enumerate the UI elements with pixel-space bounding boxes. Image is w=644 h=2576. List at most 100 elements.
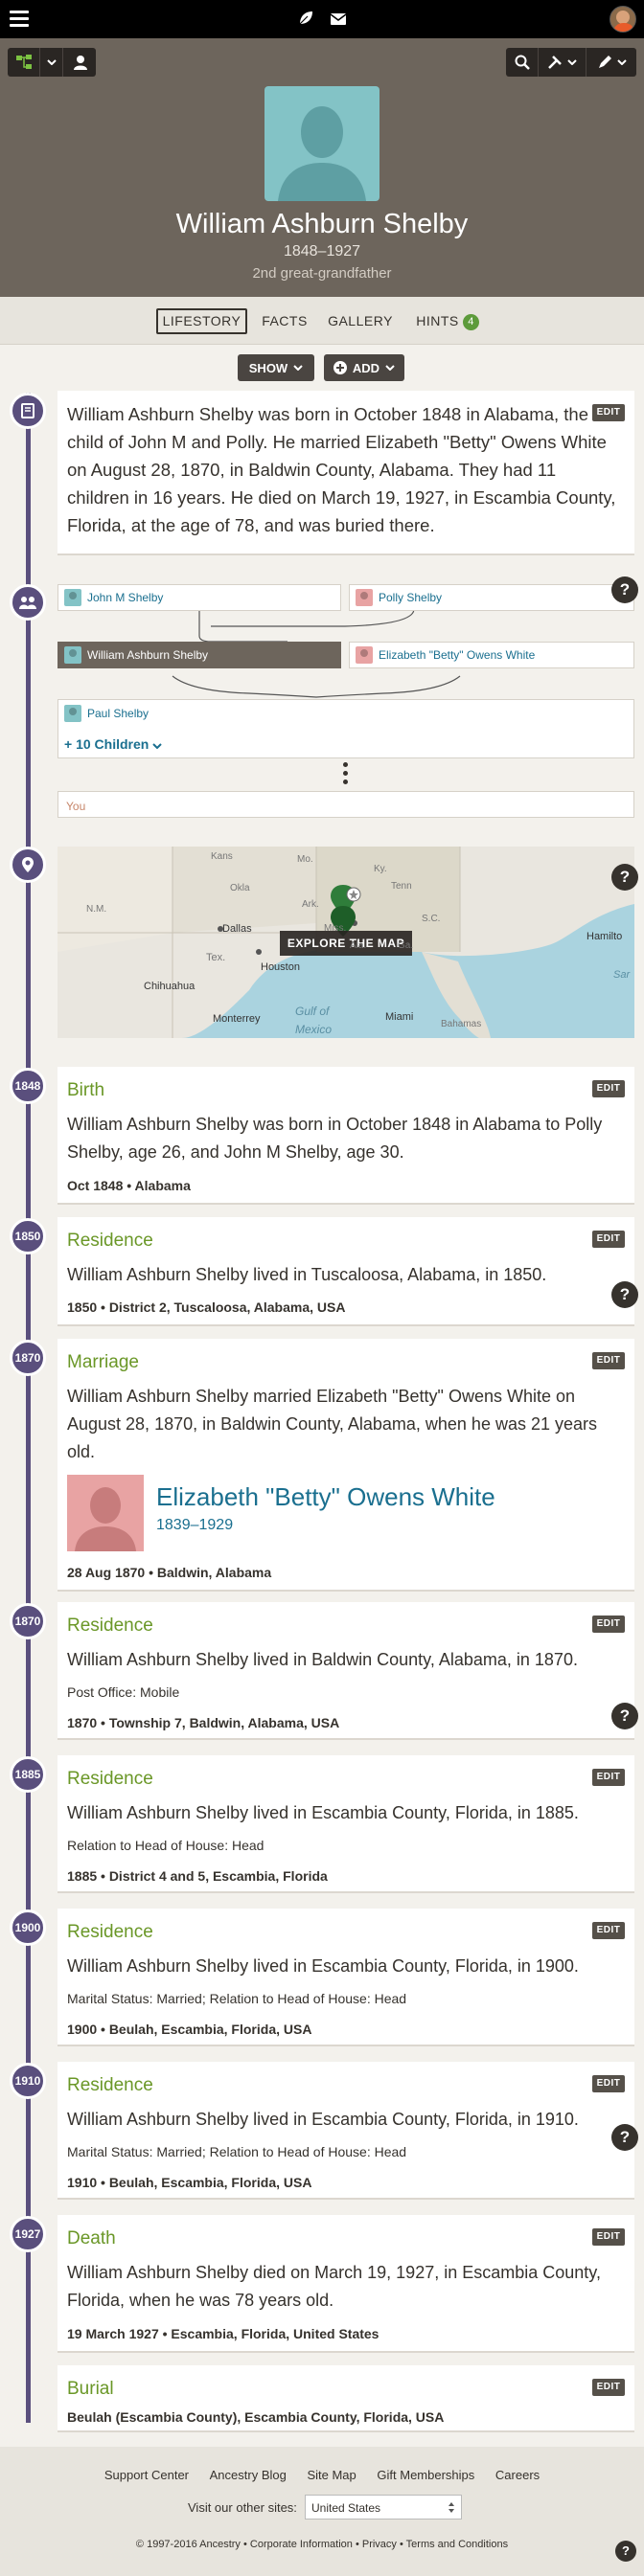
chevron-down-icon[interactable] [40,48,63,77]
spouse-card[interactable]: Elizabeth "Betty" Owens White [349,642,634,668]
help-button[interactable]: ? [611,1703,638,1729]
spouse-link[interactable]: Elizabeth "Betty" Owens White [156,1482,495,1512]
map-label: Bahamas [441,1019,482,1029]
map-label: Houston [261,961,300,973]
map-label: Sar [613,969,631,981]
edit-button[interactable]: EDIT [592,1616,625,1633]
more-dots-icon[interactable] [343,762,349,787]
female-avatar-icon [356,646,373,664]
event-meta: 28 Aug 1870 • Baldwin, Alabama [67,1565,272,1580]
location-pin-icon [22,857,34,872]
event-meta: Beulah (Escambia County), Escambia Count… [67,2409,445,2425]
map-label: Tex. [206,952,226,963]
event-marriage-card: EDIT Marriage William Ashburn Shelby mar… [58,1339,634,1592]
map-label: Miss. [324,923,347,934]
edit-button[interactable]: EDIT [592,1922,625,1939]
event-title: Residence [67,1922,153,1942]
help-button[interactable]: ? [611,864,638,891]
tab-hints[interactable]: HINTS 4 [409,308,486,334]
edit-button[interactable]: EDIT [592,1080,625,1097]
tree-toolbar [8,48,96,77]
tab-facts[interactable]: FACTS [259,308,310,334]
tools-toolbar [506,48,636,77]
spouse-photo[interactable] [67,1475,144,1551]
edit-button[interactable]: EDIT [592,2228,625,2246]
family-icon [19,597,36,609]
tab-gallery[interactable]: GALLERY [327,308,394,334]
user-avatar[interactable] [610,6,636,33]
hamburger-icon[interactable] [10,11,29,27]
year-marker: 1885 [10,1756,46,1793]
map-label: Mo. [297,854,313,865]
event-residence-card: EDIT Residence William Ashburn Shelby li… [58,1602,634,1740]
mother-card[interactable]: Polly Shelby [349,584,634,611]
chevron-down-icon [385,365,395,371]
profile-tabs: LIFESTORY FACTS GALLERY HINTS 4 [0,297,644,345]
event-residence-card: EDIT Residence William Ashburn Shelby li… [58,1755,634,1893]
self-card[interactable]: William Ashburn Shelby [58,642,341,668]
more-children-link[interactable]: + 10 Children [64,736,162,752]
event-residence-card: EDIT Residence William Ashburn Shelby li… [58,1217,634,1326]
select-arrows-icon [448,2502,454,2513]
story-text: William Ashburn Shelby was born in Octob… [67,404,616,535]
event-title: Residence [67,1616,153,1636]
map-label: Ark. [302,899,319,910]
edit-button[interactable] [586,48,636,77]
mail-icon[interactable] [329,10,348,29]
search-button[interactable] [506,48,539,77]
mother-name: Polly Shelby [379,591,443,604]
event-death-card: EDIT Death William Ashburn Shelby died o… [58,2215,634,2353]
add-button[interactable]: ADD [324,354,404,381]
map-panel[interactable]: EXPLORE THE MAP Kans Mo. Ky. Tenn Okla N… [58,847,634,1038]
you-card[interactable]: You [58,791,634,818]
help-button[interactable]: ? [611,2124,638,2151]
event-detail: Relation to Head of House: Head [67,1838,264,1853]
site-select[interactable]: United States [305,2495,462,2520]
event-birth-card: EDIT Birth William Ashburn Shelby was bo… [58,1067,634,1205]
edit-button[interactable]: EDIT [592,2075,625,2092]
footer-link[interactable]: Support Center [104,2468,189,2482]
map-label: S.C. [422,914,441,924]
child-card[interactable]: Paul Shelby [58,700,150,727]
father-card[interactable]: John M Shelby [58,584,341,611]
father-name: John M Shelby [87,591,164,604]
map-label: Mexico [295,1023,333,1036]
year-marker: 1850 [10,1218,46,1254]
event-text: William Ashburn Shelby died on March 19,… [67,2263,601,2310]
book-icon [21,403,34,418]
event-residence-card: EDIT Residence William Ashburn Shelby li… [58,2062,634,2200]
edit-button[interactable]: EDIT [592,1352,625,1369]
leaf-icon[interactable] [296,9,315,28]
help-button[interactable]: ? [615,2541,636,2562]
event-detail: Marital Status: Married; Relation to Hea… [67,1991,407,2006]
profile-photo[interactable] [264,86,380,201]
tree-view-button[interactable] [8,48,40,77]
event-title: Death [67,2228,116,2248]
edit-button[interactable]: EDIT [592,2379,625,2396]
footer-link[interactable]: Site Map [307,2468,356,2482]
event-meta: 1885 • District 4 and 5, Escambia, Flori… [67,1868,328,1884]
tab-lifestory[interactable]: LIFESTORY [156,308,247,334]
female-silhouette-icon [75,1487,136,1551]
event-title: Burial [67,2379,114,2399]
map-label: Okla [230,883,250,893]
map-label: Kans [211,851,233,862]
help-button[interactable]: ? [611,576,638,603]
footer-link[interactable]: Careers [495,2468,540,2482]
footer-link[interactable]: Gift Memberships [377,2468,474,2482]
help-button[interactable]: ? [611,1281,638,1308]
footer: Support Center Ancestry Blog Site Map Gi… [0,2447,644,2576]
tools-button[interactable] [539,48,586,77]
person-name: William Ashburn Shelby [175,209,469,239]
male-avatar-icon [64,646,81,664]
explore-map-button[interactable]: EXPLORE THE MAP [280,931,412,956]
footer-link[interactable]: Ancestry Blog [210,2468,287,2482]
edit-button[interactable]: EDIT [592,1769,625,1786]
year-marker: 1910 [10,2063,46,2099]
copyright: © 1997-2016 Ancestry • Corporate Informa… [135,2539,509,2550]
show-button[interactable]: SHOW [238,354,314,381]
edit-button[interactable]: EDIT [592,1231,625,1248]
show-label: SHOW [248,360,288,375]
male-avatar-icon [64,705,81,722]
profile-switch-button[interactable] [63,48,96,77]
